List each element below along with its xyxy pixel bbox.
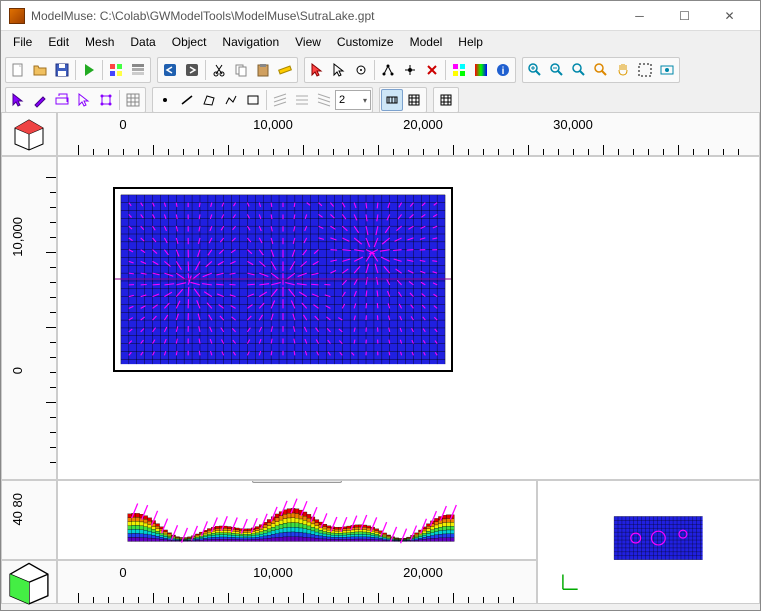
info-button[interactable]: i [492, 59, 514, 81]
svg-text:i: i [502, 66, 505, 77]
delete-node-button[interactable] [421, 59, 443, 81]
ruler-label: 10,000 [10, 217, 25, 257]
zoom-window-button[interactable] [590, 59, 612, 81]
polyline-shape[interactable] [220, 89, 242, 111]
vertical-ruler-left: 10,000 0 [1, 156, 57, 480]
view-side-button[interactable] [403, 89, 425, 111]
save-file-button[interactable] [51, 59, 73, 81]
toolbar-area: i [1, 53, 760, 117]
menu-data[interactable]: Data [122, 33, 163, 51]
ruler-label: 40 80 [10, 493, 25, 526]
app-icon [9, 8, 25, 24]
ruler-label: 0 [119, 565, 126, 580]
ruler-label: 10,000 [253, 565, 293, 580]
show-objects-button[interactable] [448, 59, 470, 81]
splitter-handle[interactable]: ▾ ··················· ▾ [252, 480, 342, 483]
view-top-button[interactable] [381, 89, 403, 111]
minimize-button[interactable]: ─ [617, 2, 662, 30]
menu-view[interactable]: View [287, 33, 329, 51]
view-cube-front[interactable] [1, 560, 57, 604]
ruler-label: 0 [119, 117, 126, 132]
point-button[interactable] [350, 59, 372, 81]
measure-button[interactable] [274, 59, 296, 81]
cross-section-view[interactable]: ▾ ··················· ▾ [57, 480, 537, 560]
view-cube-top[interactable] [1, 112, 57, 156]
ruler-label: 0 [10, 367, 25, 374]
menu-navigation[interactable]: Navigation [214, 33, 287, 51]
grid-button[interactable] [105, 59, 127, 81]
lasso-tool[interactable] [73, 89, 95, 111]
hatch3[interactable] [313, 89, 335, 111]
point-shape[interactable] [154, 89, 176, 111]
window-controls: ─ ☐ ✕ [617, 2, 752, 30]
lasso-button[interactable] [328, 59, 350, 81]
window-title: ModelMuse: C:\Colab\GWModelTools\ModelMu… [31, 9, 617, 23]
menu-file[interactable]: File [5, 33, 40, 51]
ruler-label: 20,000 [403, 117, 443, 132]
redo-button[interactable] [181, 59, 203, 81]
hatch2[interactable] [291, 89, 313, 111]
ruler-label: 10,000 [253, 117, 293, 132]
zoom-in-button[interactable] [524, 59, 546, 81]
zoom-extent-button[interactable] [568, 59, 590, 81]
layers-button[interactable] [127, 59, 149, 81]
new-file-button[interactable] [7, 59, 29, 81]
edit-tool[interactable] [29, 89, 51, 111]
toolbar-row-1: i [5, 55, 756, 85]
pan-button[interactable] [612, 59, 634, 81]
title-bar: ModelMuse: C:\Colab\GWModelTools\ModelMu… [1, 1, 760, 31]
line-shape[interactable] [176, 89, 198, 111]
undo-button[interactable] [159, 59, 181, 81]
cut-button[interactable] [208, 59, 230, 81]
zoom-out-button[interactable] [546, 59, 568, 81]
menu-model[interactable]: Model [402, 33, 451, 51]
copy-button[interactable] [230, 59, 252, 81]
vertex-tool[interactable] [95, 89, 117, 111]
paste-button[interactable] [252, 59, 274, 81]
bottom-section: 40 80 ▾ ··················· ▾ [1, 480, 760, 610]
hatch1[interactable] [269, 89, 291, 111]
menu-bar: File Edit Mesh Data Object Navigation Vi… [1, 31, 760, 53]
grid-tool[interactable] [122, 89, 144, 111]
polygon-shape[interactable] [198, 89, 220, 111]
rect-shape[interactable] [242, 89, 264, 111]
goto-button[interactable] [656, 59, 678, 81]
move-node-button[interactable] [399, 59, 421, 81]
horizontal-ruler-bottom: 0 10,000 20,000 [57, 560, 537, 604]
menu-mesh[interactable]: Mesh [77, 33, 122, 51]
horizontal-ruler-top: 0 10,000 20,000 30,000 [57, 112, 760, 156]
select-button[interactable] [306, 59, 328, 81]
ruler-label: 30,000 [553, 117, 593, 132]
view-3d-button[interactable] [435, 89, 457, 111]
menu-object[interactable]: Object [164, 33, 215, 51]
toolbar-row-2: 2▾ [5, 85, 756, 115]
menu-edit[interactable]: Edit [40, 33, 77, 51]
mini-3d-view[interactable] [537, 480, 760, 604]
vertical-ruler-cross: 40 80 [1, 480, 57, 560]
close-button[interactable]: ✕ [707, 2, 752, 30]
select-area-button[interactable] [634, 59, 656, 81]
layer-spinner[interactable]: 2▾ [335, 90, 371, 110]
color-button[interactable] [470, 59, 492, 81]
node-button[interactable] [377, 59, 399, 81]
open-file-button[interactable] [29, 59, 51, 81]
maximize-button[interactable]: ☐ [662, 2, 707, 30]
arrow-tool[interactable] [7, 89, 29, 111]
run-button[interactable] [78, 59, 100, 81]
menu-help[interactable]: Help [450, 33, 491, 51]
select-all-tool[interactable] [51, 89, 73, 111]
menu-customize[interactable]: Customize [329, 33, 402, 51]
ruler-label: 20,000 [403, 565, 443, 580]
main-plan-view[interactable] [57, 156, 760, 480]
workspace: 0 10,000 20,000 30,000 10,000 0 40 80 ▾ ····… [1, 112, 760, 610]
